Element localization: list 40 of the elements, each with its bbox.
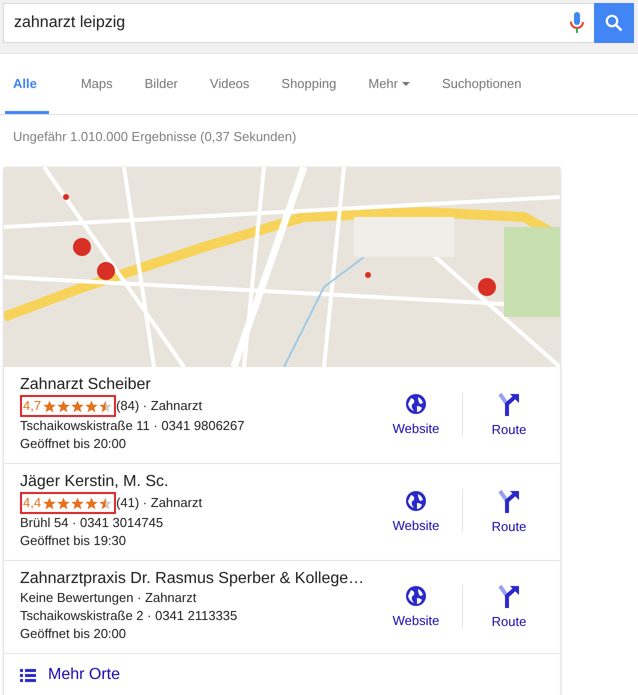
search-tab[interactable]: Maps — [80, 54, 113, 114]
place-name[interactable]: Zahnarzt Scheiber — [20, 375, 370, 395]
microphone-icon[interactable] — [570, 12, 584, 34]
rating-value: 4,4 — [23, 494, 42, 512]
website-link[interactable]: Website — [370, 392, 462, 436]
address-phone: Tschaikowskistraße 2 · 0341 2113335 — [20, 607, 238, 625]
place-name[interactable]: Zahnarztpraxis Dr. Rasmus Sperber & Kollege… — [20, 569, 370, 589]
address-phone: Tschaikowskistraße 11 · 0341 9806267 — [20, 417, 246, 435]
globe-icon — [405, 490, 427, 512]
fork-arrow-icon — [498, 584, 520, 608]
search-tab[interactable]: Videos — [210, 54, 250, 114]
search-box[interactable]: zahnarzt leipzig — [3, 3, 594, 43]
globe-icon — [405, 392, 427, 414]
no-reviews-text: Keine Bewertungen · Zahnarzt — [20, 589, 196, 607]
review-count: (84) · Zahnarzt — [116, 397, 202, 415]
route-link[interactable]: Route — [463, 488, 555, 534]
opening-hours: Geöffnet bis 20:00 — [20, 625, 128, 643]
search-button[interactable] — [594, 3, 634, 43]
search-tab[interactable]: Alle — [5, 54, 49, 114]
rating-value: 4,7 — [23, 397, 42, 415]
globe-icon — [405, 584, 427, 606]
fork-arrow-icon — [498, 488, 520, 512]
search-tab[interactable]: Suchoptionen — [442, 54, 522, 114]
more-places-link[interactable]: Mehr Orte — [4, 654, 560, 695]
address-phone: Brühl 54 · 0341 3014745 — [20, 514, 164, 532]
review-count: (41) · Zahnarzt — [116, 494, 202, 512]
website-link[interactable]: Website — [370, 584, 462, 628]
place-name[interactable]: Jäger Kerstin, M. Sc. — [20, 472, 370, 492]
fork-arrow-icon — [498, 392, 520, 416]
opening-hours: Geöffnet bis 20:00 — [20, 435, 128, 453]
result-stats: Ungefähr 1.010.000 Ergebnisse (0,37 Sekunden) — [12, 128, 298, 146]
search-icon — [605, 14, 623, 32]
opening-hours: Geöffnet bis 19:30 — [20, 532, 128, 550]
search-tab[interactable]: Mehr — [368, 54, 410, 114]
search-tab[interactable]: Shopping — [281, 54, 336, 114]
route-link[interactable]: Route — [463, 392, 555, 436]
search-tab[interactable]: Bilder — [144, 54, 178, 114]
route-link[interactable]: Route — [463, 584, 555, 628]
list-icon — [20, 668, 36, 682]
website-link[interactable]: Website — [370, 490, 462, 532]
